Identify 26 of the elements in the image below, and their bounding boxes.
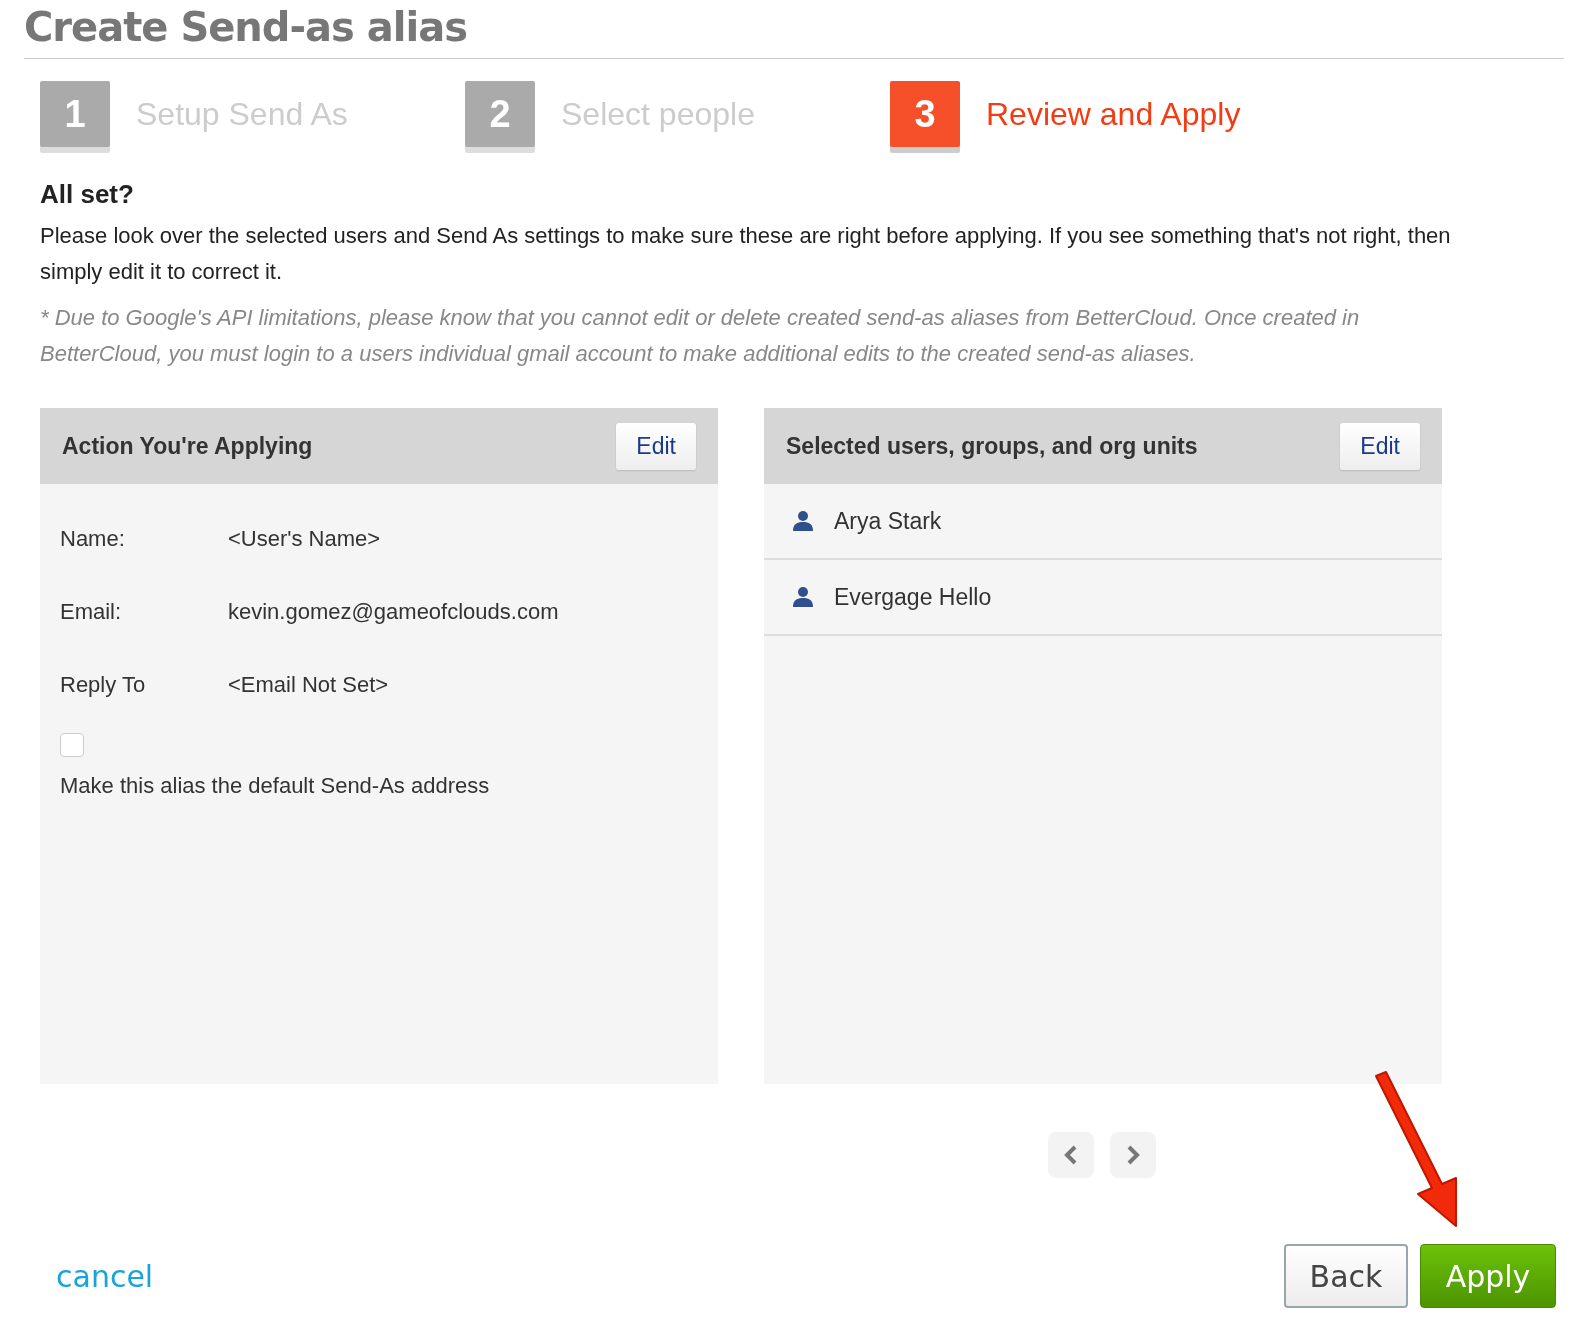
field-label: Reply To [60, 671, 147, 698]
checkbox-label: Make this alias the default Send-As address [60, 773, 491, 799]
section-heading: All set? [40, 179, 135, 210]
edit-button[interactable]: Edit [1340, 422, 1420, 470]
page-title: Create Send-as alias [24, 0, 1564, 59]
field-label: Name: [60, 525, 126, 552]
panel-title: Selected users, groups, and org units [786, 432, 1198, 460]
field-value: kevin.gomez@gameofclouds.com [228, 598, 559, 625]
user-name: Arya Stark [834, 507, 942, 535]
user-icon [792, 586, 814, 608]
step-label: Review and Apply [986, 95, 1241, 133]
panel-title: Action You're Applying [62, 432, 313, 460]
chevron-right-icon [1126, 1145, 1140, 1165]
back-button[interactable]: Back [1284, 1244, 1408, 1308]
field-value: <Email Not Set> [228, 671, 389, 698]
field-value: <User's Name> [228, 525, 381, 552]
user-name: Evergage Hello [834, 583, 992, 611]
checkbox[interactable] [60, 733, 84, 757]
intro-text: Please look over the selected users and Send As settings to make sure these are right before applying. If you see something that's not right, then simply edit it to correct it. [40, 222, 1452, 286]
field-label: Email: [60, 598, 123, 625]
next-button[interactable] [1110, 1132, 1156, 1178]
chevron-left-icon [1064, 1145, 1078, 1165]
note-text: * Due to Google's API limitations, please know that you cannot edit or delete created send-as aliases from BetterCloud. Once created in BetterCloud, you must login to a users individual gmail account to make additional edits to the created send-as aliases. [40, 304, 1361, 368]
previous-button[interactable] [1048, 1132, 1094, 1178]
user-icon [792, 510, 814, 532]
edit-button[interactable]: Edit [616, 422, 696, 470]
